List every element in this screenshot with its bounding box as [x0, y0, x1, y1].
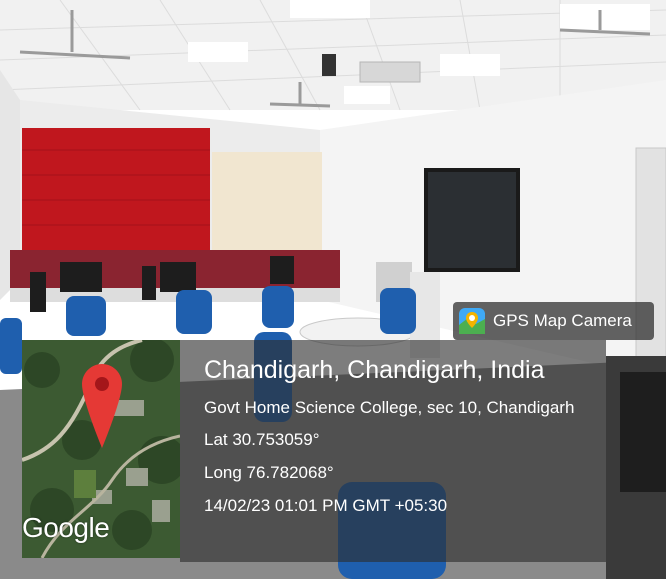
latitude-text: Lat 30.753059°: [204, 430, 320, 449]
address-text: Govt Home Science College, sec 10, Chand…: [204, 398, 575, 417]
longitude-text: Long 76.782068°: [204, 463, 334, 482]
place-name: Chandigarh, Chandigarh, India: [204, 356, 545, 384]
gps-map-camera-app-icon: [459, 308, 485, 334]
gps-map-camera-badge: GPS Map Camera: [453, 302, 654, 340]
photo-scene: GPS Map Camera Google Chandigarh, Chandi…: [0, 0, 666, 579]
app-name-label: GPS Map Camera: [493, 311, 632, 330]
location-info-panel: Chandigarh, Chandigarh, India Govt Home …: [180, 340, 606, 562]
google-attribution: Google: [22, 512, 110, 543]
red-location-pin-icon: [82, 364, 122, 448]
datetime-text: 14/02/23 01:01 PM GMT +05:30: [204, 496, 448, 515]
